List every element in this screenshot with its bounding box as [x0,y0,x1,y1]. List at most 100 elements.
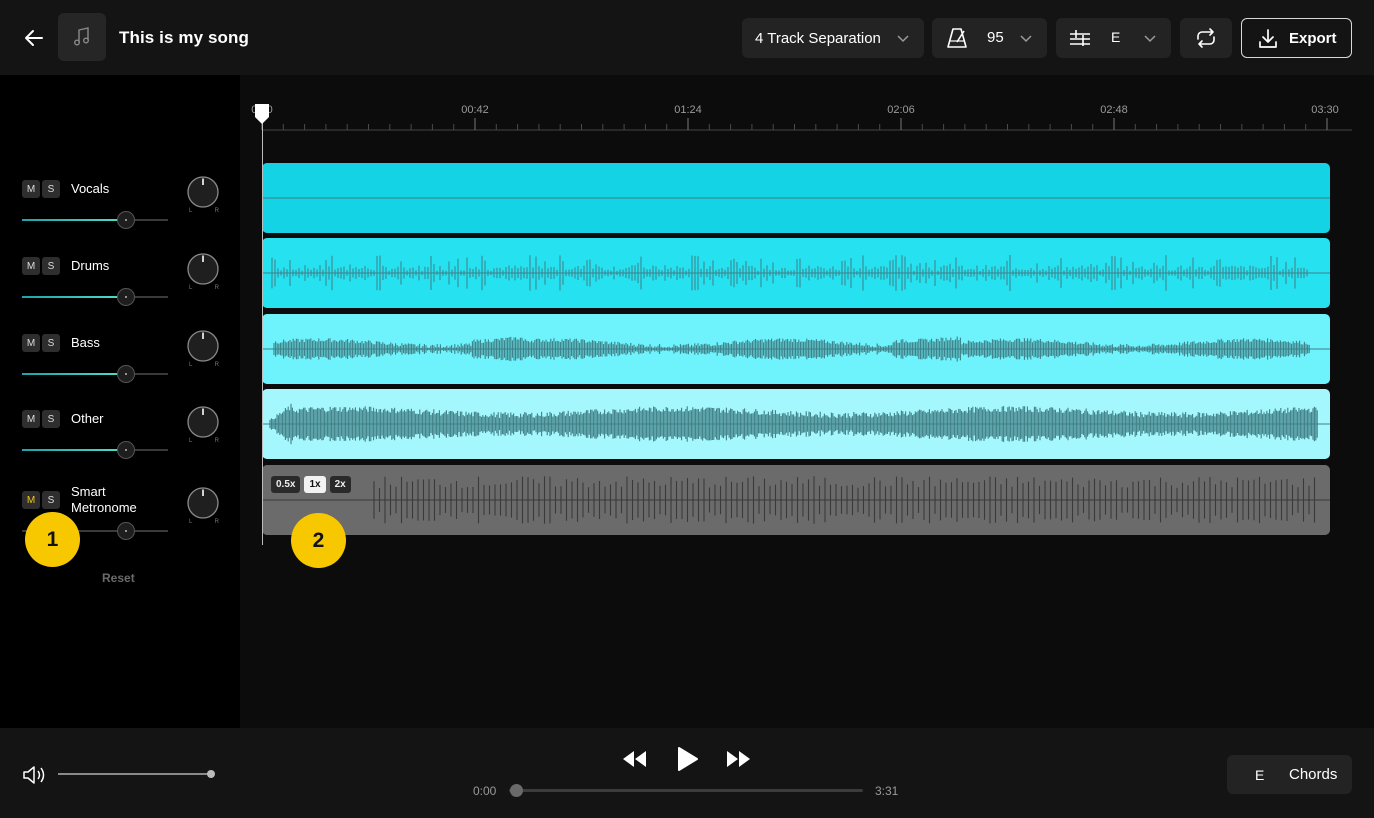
pan-knob[interactable] [187,330,219,362]
master-volume-thumb[interactable] [207,770,215,778]
track-volume-slider[interactable] [22,364,168,384]
waveform [262,255,1330,291]
progress-thumb[interactable] [510,784,523,797]
volume-thumb[interactable] [117,522,135,540]
reset-button[interactable]: Reset [102,571,135,585]
solo-button[interactable]: S [42,257,60,275]
track-lane-2[interactable] [262,314,1330,384]
export-label: Export [1289,30,1337,47]
pan-knob[interactable] [187,487,219,519]
top-bar: This is my song 4 Track Separation 95 E [0,0,1374,75]
loop-button[interactable] [1180,18,1232,58]
progress-scrubber[interactable] [509,782,865,798]
play-icon[interactable] [675,746,699,772]
mute-button[interactable]: M [22,180,40,198]
pan-left-label: L [189,208,193,214]
callout-badge-2: 2 [291,513,346,568]
master-volume-rail [58,773,212,775]
back-arrow-icon [25,30,43,46]
playhead-handle[interactable] [254,103,270,125]
volume-thumb[interactable] [117,365,135,383]
mute-button[interactable]: M [22,410,40,428]
time-ruler[interactable] [240,75,1374,135]
waveform-path [269,403,1318,445]
pan-knob[interactable] [187,406,219,438]
mute-button[interactable]: M [22,334,40,352]
track-volume-slider[interactable] [22,440,168,460]
pan-right-label: R [214,519,219,525]
pan-labels: LR [189,285,219,291]
pan-labels: LR [189,519,219,525]
ruler-tick-label: 01:24 [674,104,702,116]
metronome-speed-button[interactable]: 0.5x [271,476,301,493]
metronome-speed-group: 0.5x 1x 2x [271,476,351,493]
chords-label: Chords [1289,766,1338,783]
key-dropdown[interactable]: E [1056,18,1171,58]
mute-button[interactable]: M [22,257,40,275]
back-button[interactable] [20,24,48,52]
track-name: Bass [71,335,100,350]
chevron-down-icon [897,35,909,43]
track-separation-label: 4 Track Separation [755,29,881,47]
track-lane-3[interactable] [262,389,1330,459]
track-name: Drums [71,258,110,273]
export-button[interactable]: Export [1241,18,1352,58]
waveform [262,197,1330,199]
waveform [262,403,1330,445]
track-control-3: M S Other L R [22,406,232,470]
track-volume-slider[interactable] [22,287,168,307]
track-name-line-2: Metronome [71,500,137,515]
pan-left-label: L [189,519,193,525]
track-lane-1[interactable] [262,238,1330,308]
ruler-tick-label: 02:48 [1100,104,1128,116]
ruler-tick-label: 00:42 [461,104,489,116]
key-value: E [1111,29,1121,45]
track-lane-0[interactable] [262,163,1330,233]
tempo-dropdown[interactable]: 95 [932,18,1047,58]
solo-button[interactable]: S [42,410,60,428]
waveform [262,336,1330,362]
volume-thumb[interactable] [117,441,135,459]
solo-button[interactable]: S [42,180,60,198]
chords-button[interactable]: E Chords [1227,755,1352,794]
fast-forward-icon[interactable] [725,746,753,772]
current-time: 0:00 [473,784,497,798]
song-title: This is my song [119,28,249,47]
pan-labels: LR [189,208,219,214]
track-name: Other [71,411,104,426]
pan-right-label: R [214,208,219,214]
pan-knob[interactable] [187,176,219,208]
pan-knob[interactable] [187,253,219,285]
volume-fill [22,449,126,451]
mixer-panel: M S Vocals L R M S Drums L R M S Bass L R M S Other L R M S Sm… [0,75,240,728]
volume-thumb[interactable] [117,211,135,229]
ruler-tick-label: 03:30 [1311,104,1339,116]
pan-labels: LR [189,362,219,368]
key-sliders-icon [1070,30,1090,46]
solo-button[interactable]: S [42,334,60,352]
track-lane-4[interactable] [262,465,1330,535]
speaker-icon[interactable] [22,764,48,786]
chevron-down-icon [1020,35,1032,43]
pan-labels: LR [189,438,219,444]
timeline: 0:0000:4201:2402:0602:4803:30 0.5x1x2x [240,75,1374,728]
volume-fill [22,219,126,221]
track-control-2: M S Bass L R [22,330,232,394]
metronome-speed-button[interactable]: 1x [304,476,326,493]
track-name: Smart Metronome [71,484,137,516]
volume-thumb[interactable] [117,288,135,306]
track-separation-dropdown[interactable]: 4 Track Separation [742,18,924,58]
metronome-speed-button[interactable]: 2x [329,476,351,493]
progress-rail [509,789,863,792]
track-volume-slider[interactable] [22,210,168,230]
master-volume-slider[interactable] [58,766,216,782]
waveform [262,476,1330,524]
mute-button[interactable]: M [22,491,40,509]
volume-fill [22,373,126,375]
chords-key: E [1255,767,1265,783]
song-artwork [58,13,106,61]
solo-button[interactable]: S [42,491,60,509]
playhead-line [262,115,263,545]
pan-left-label: L [189,285,193,291]
rewind-icon[interactable] [620,746,648,772]
